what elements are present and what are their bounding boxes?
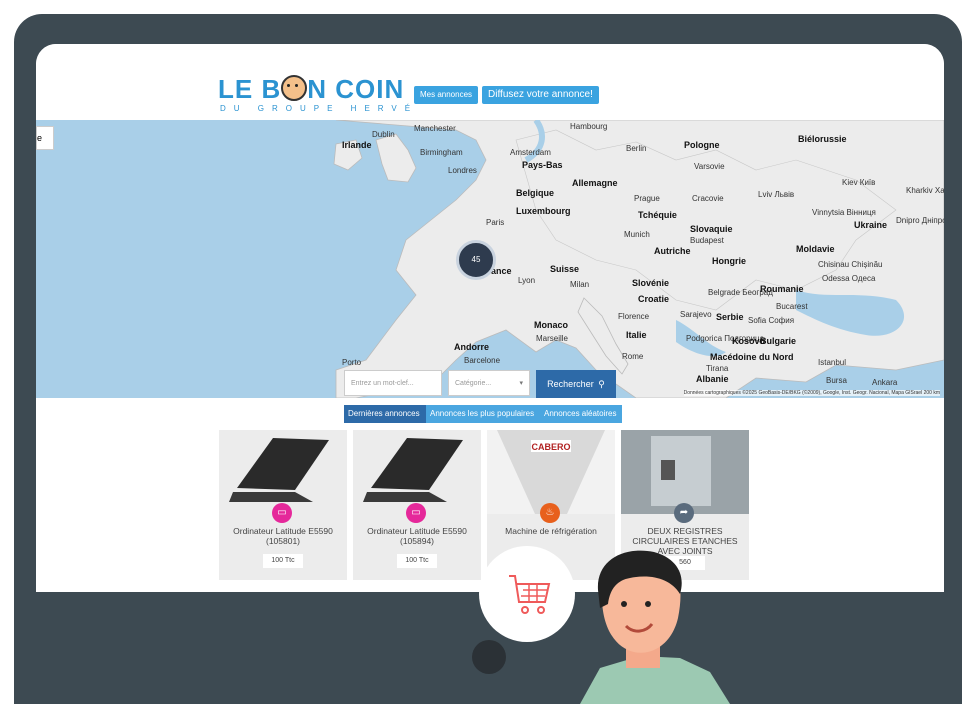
- map-label-city: Porto: [342, 358, 362, 367]
- map-label-country: Irlande: [342, 140, 372, 150]
- laptop-image: [363, 438, 463, 502]
- flame-icon: ♨: [540, 503, 560, 523]
- tab-latest[interactable]: Dernières annonces: [344, 405, 426, 423]
- listing-price: 100 Ttc: [397, 554, 437, 568]
- map-label-country: Pays-Bas: [522, 160, 563, 170]
- map-label-city: Odessa Одеса: [822, 274, 876, 283]
- map-label-city: Kharkiv Харків: [906, 186, 944, 195]
- map-label-city: Vinnytsia Вінниця: [812, 208, 876, 217]
- logo-subtitle: DU GROUPE HERVÉ: [220, 104, 419, 113]
- map-label-city: Varsovie: [694, 162, 725, 171]
- category-select[interactable]: Catégorie... ▾: [448, 370, 530, 396]
- search-button-label: Rechercher: [547, 379, 594, 389]
- map-label-city: Paris: [486, 218, 505, 227]
- listing-price: 100 Ttc: [263, 554, 303, 568]
- map-label-city: Florence: [618, 312, 650, 321]
- keyword-search-input[interactable]: Entrez un mot-clef...: [344, 370, 442, 396]
- map-label-city: Amsterdam: [510, 148, 551, 157]
- listing-title: Ordinateur Latitude E5590 (105801): [233, 526, 333, 546]
- map-label-city: Bucarest: [776, 302, 808, 311]
- listing-card[interactable]: ▭ Ordinateur Latitude E5590 (105894) 100…: [353, 430, 481, 580]
- map-label-country: Serbie: [716, 312, 744, 322]
- listing-title: Ordinateur Latitude E5590 (105894): [367, 526, 467, 546]
- map-label-city: Istanbul: [818, 358, 847, 367]
- map-label-city: Cracovie: [692, 194, 724, 203]
- map-label-country: Croatie: [638, 294, 670, 304]
- map-label-country: Albanie: [696, 374, 729, 384]
- map-label-country: Allemagne: [572, 178, 618, 188]
- map-label-country: Macédoine du Nord: [710, 352, 794, 362]
- my-ads-button[interactable]: Mes annonces: [414, 86, 479, 104]
- map-label-city: Marseille: [536, 334, 569, 343]
- map-cluster-marker[interactable]: 45: [456, 240, 496, 280]
- map-label-city: Barcelone: [464, 356, 501, 365]
- map-label-country: Tchéquie: [638, 210, 677, 220]
- tab-popular[interactable]: Annonces les plus populaires: [426, 405, 540, 423]
- map-label-country: Biélorussie: [798, 134, 847, 144]
- map-label-city: Hambourg: [570, 122, 608, 131]
- map-label-country: Monaco: [534, 320, 569, 330]
- map-label-country: Hongrie: [712, 256, 747, 266]
- map-label-country: Slovénie: [632, 278, 670, 288]
- map-label-country: Roumanie: [760, 284, 804, 294]
- map-label-city: Tirana: [706, 364, 729, 373]
- search-button[interactable]: Rechercher ⚲: [536, 370, 616, 398]
- map-label-city: Dublin: [372, 130, 395, 139]
- map-label-country: Suisse: [550, 264, 580, 274]
- listing-title: Machine de réfrigération: [505, 526, 597, 536]
- map-label-country: Pologne: [684, 140, 720, 150]
- thought-dot: [472, 640, 506, 674]
- map-label-city: Chisinau Chișinău: [818, 260, 883, 269]
- laptop-image: [229, 438, 329, 502]
- share-icon: ➦: [674, 503, 694, 523]
- map-attribution: Données cartographiques ©2025 GeoBasis-D…: [683, 390, 940, 396]
- map-label-city: Bursa: [826, 376, 847, 385]
- tab-random[interactable]: Annonces aléatoires: [540, 405, 622, 423]
- monitor-icon: ▭: [406, 503, 426, 523]
- map-label-city: Ankara: [872, 378, 898, 387]
- map-label-country: Andorre: [454, 342, 490, 352]
- map-label-city: Milan: [570, 280, 590, 289]
- chevron-down-icon: ▾: [519, 380, 523, 387]
- map-label-country: Kosovo: [732, 336, 766, 346]
- map-label-city: Rome: [622, 352, 644, 361]
- map-label-city: Kiev Київ: [842, 178, 876, 187]
- map-label-country: Belgique: [516, 188, 555, 198]
- map-label-city: Manchester: [414, 124, 456, 133]
- map-label-country: Ukraine: [854, 220, 888, 230]
- listing-card[interactable]: ▭ Ordinateur Latitude E5590 (105801) 100…: [219, 430, 347, 580]
- site-logo[interactable]: LE BN COIN DU GROUPE HERVÉ: [218, 74, 410, 118]
- search-icon: ⚲: [598, 379, 605, 389]
- map-label-city: Budapest: [690, 236, 724, 245]
- map-label-city: Berlin: [626, 144, 647, 153]
- map-label-city: Dnipro Дніпро: [896, 216, 944, 225]
- map-label-city: Birmingham: [420, 148, 463, 157]
- logo-text-right: N COIN: [307, 74, 405, 104]
- map-label-city: Prague: [634, 194, 660, 203]
- map-label-country: Luxembourg: [516, 206, 571, 216]
- map-label-city: Sofia София: [748, 316, 795, 325]
- browser-screen: LE BN COIN DU GROUPE HERVÉ Mes annonces …: [36, 44, 944, 592]
- logo-text-left: LE B: [218, 74, 282, 104]
- map-label-city: Munich: [624, 230, 650, 239]
- monitor-icon: ▭: [272, 503, 292, 523]
- category-select-label: Catégorie...: [455, 380, 492, 387]
- map-label-city: Lyon: [518, 276, 536, 285]
- post-ad-button[interactable]: Diffusez votre annonce!: [482, 86, 599, 104]
- brand-label: CABERO: [531, 442, 571, 452]
- map-label-country: Moldavie: [796, 244, 835, 254]
- site-header: LE BN COIN DU GROUPE HERVÉ Mes annonces …: [36, 44, 944, 120]
- map-label-country: Italie: [626, 330, 647, 340]
- map-label-country: Bulgarie: [760, 336, 797, 346]
- europe-map[interactable]: e Irlande Dublin Manchester Birmingham L…: [36, 120, 944, 398]
- mascot-face-icon: [281, 75, 308, 101]
- map-label-country: Slovaquie: [690, 224, 733, 234]
- map-label-city: Londres: [448, 166, 477, 175]
- map-label-city: Lviv Львів: [758, 190, 795, 199]
- map-label-city: Sarajevo: [680, 310, 712, 319]
- map-label-country: Autriche: [654, 246, 691, 256]
- registers-image: [621, 430, 749, 514]
- map-control[interactable]: e: [36, 126, 54, 150]
- character-illustration: [580, 550, 730, 704]
